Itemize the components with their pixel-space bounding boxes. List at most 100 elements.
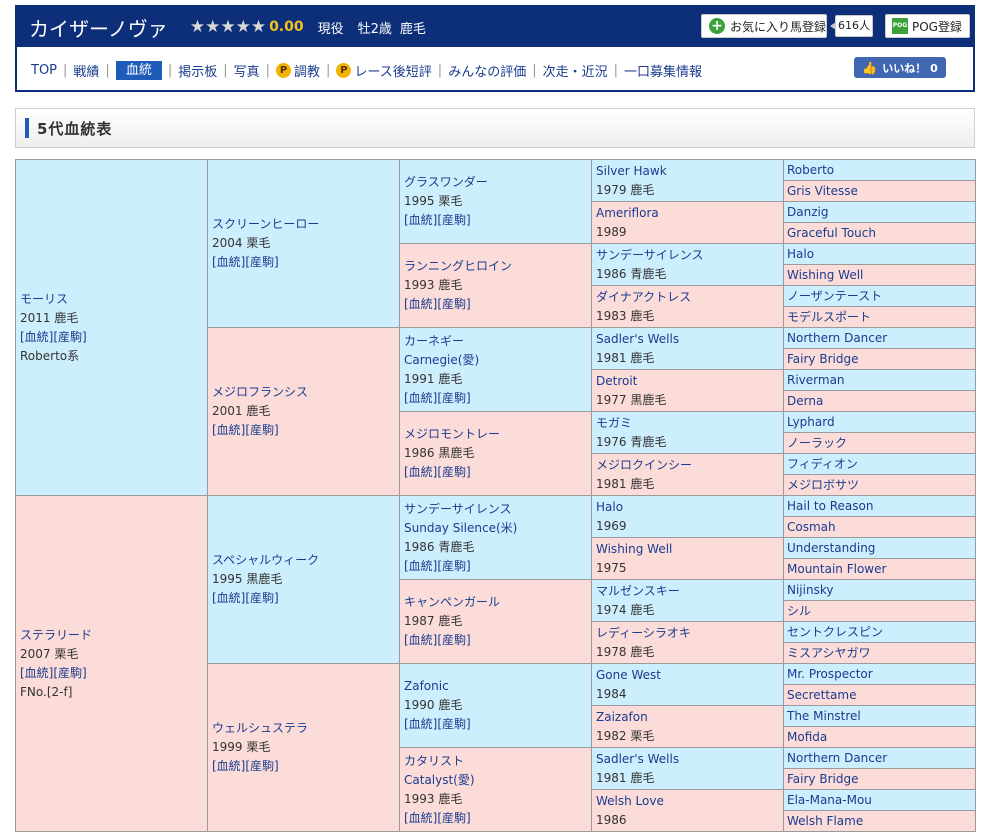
nav-item[interactable]: P 調教 — [276, 61, 320, 80]
ancestor-name[interactable]: Wishing Well — [596, 540, 779, 559]
ancestor-name[interactable]: Cosmah — [787, 520, 836, 534]
ancestor-name[interactable]: Zafonic — [404, 677, 587, 696]
ancestor-name[interactable]: Hail to Reason — [787, 499, 873, 513]
ancestor-name[interactable]: Derna — [787, 394, 823, 408]
foal-link[interactable]: [産駒] — [437, 213, 470, 227]
ancestor-name[interactable]: ノーザンテースト — [787, 289, 882, 303]
ancestor-name[interactable]: スクリーンヒーロー — [212, 215, 395, 234]
ancestor-name[interactable]: Lyphard — [787, 415, 835, 429]
ancestor-name[interactable]: Riverman — [787, 373, 845, 387]
nav-item[interactable]: 写真 — [234, 61, 260, 80]
ancestor-name[interactable]: Fairy Bridge — [787, 772, 858, 786]
ancestor-name[interactable]: フィディオン — [787, 457, 858, 471]
ancestor-name[interactable]: Welsh Love — [596, 792, 779, 811]
blood-link[interactable]: [血統] — [404, 391, 437, 405]
foal-link[interactable]: [産駒] — [437, 465, 470, 479]
ancestor-alt-name[interactable]: Carnegie(愛) — [404, 351, 587, 370]
ancestor-name[interactable]: Danzig — [787, 205, 828, 219]
ancestor-alt-name[interactable]: Catalyst(愛) — [404, 771, 587, 790]
ancestor-name[interactable]: Sadler's Wells — [596, 330, 779, 349]
ancestor-name[interactable]: Wishing Well — [787, 268, 863, 282]
ancestor-name[interactable]: メジロボサツ — [787, 478, 859, 492]
ancestor-name[interactable]: Mountain Flower — [787, 562, 886, 576]
ancestor-name[interactable]: サンデーサイレンス — [404, 500, 587, 519]
nav-item[interactable]: 血統 — [115, 61, 162, 80]
blood-link[interactable]: [血統] — [20, 666, 53, 680]
foal-link[interactable]: [産駒] — [437, 391, 470, 405]
foal-link[interactable]: [産駒] — [53, 666, 86, 680]
blood-link[interactable]: [血統] — [20, 330, 53, 344]
ancestor-name[interactable]: ステラリード — [20, 626, 203, 645]
blood-link[interactable]: [血統] — [404, 465, 437, 479]
nav-item[interactable]: みんなの評価 — [448, 61, 526, 80]
nav-item[interactable]: 一口募集情報 — [624, 61, 702, 80]
blood-link[interactable]: [血統] — [212, 255, 245, 269]
foal-link[interactable]: [産駒] — [437, 811, 470, 825]
ancestor-name[interactable]: モデルスポート — [787, 310, 871, 324]
foal-link[interactable]: [産駒] — [437, 559, 470, 573]
blood-link[interactable]: [血統] — [404, 559, 437, 573]
foal-link[interactable]: [産駒] — [245, 759, 278, 773]
ancestor-name[interactable]: ダイナアクトレス — [596, 288, 779, 307]
ancestor-name[interactable]: ノーラック — [787, 436, 847, 450]
nav-item[interactable]: 戦績 — [73, 61, 99, 80]
nav-item[interactable]: TOP — [31, 63, 57, 78]
nav-item[interactable]: 次走・近況 — [543, 61, 608, 80]
ancestor-name[interactable]: Northern Dancer — [787, 331, 887, 345]
ancestor-name[interactable]: カーネギー — [404, 332, 587, 351]
ancestor-name[interactable]: メジロモントレー — [404, 425, 587, 444]
ancestor-name[interactable]: Ela-Mana-Mou — [787, 793, 872, 807]
ancestor-name[interactable]: Silver Hawk — [596, 162, 779, 181]
foal-link[interactable]: [産駒] — [437, 633, 470, 647]
blood-link[interactable]: [血統] — [212, 759, 245, 773]
ancestor-name[interactable]: Gris Vitesse — [787, 184, 858, 198]
ancestor-name[interactable]: シル — [787, 604, 811, 618]
ancestor-name[interactable]: メジロクインシー — [596, 456, 779, 475]
ancestor-alt-name[interactable]: Sunday Silence(米) — [404, 519, 587, 538]
ancestor-name[interactable]: Mofida — [787, 730, 827, 744]
ancestor-name[interactable]: Halo — [596, 498, 779, 517]
ancestor-name[interactable]: モーリス — [20, 290, 203, 309]
blood-link[interactable]: [血統] — [404, 811, 437, 825]
ancestor-name[interactable]: Graceful Touch — [787, 226, 876, 240]
ancestor-name[interactable]: モガミ — [596, 414, 779, 433]
favorite-register-button[interactable]: + お気に入り馬登録 — [701, 14, 827, 38]
ancestor-name[interactable]: Zaizafon — [596, 708, 779, 727]
foal-link[interactable]: [産駒] — [437, 297, 470, 311]
foal-link[interactable]: [産駒] — [245, 255, 278, 269]
ancestor-name[interactable]: キャンペンガール — [404, 593, 587, 612]
ancestor-name[interactable]: Northern Dancer — [787, 751, 887, 765]
ancestor-name[interactable]: Welsh Flame — [787, 814, 863, 828]
ancestor-name[interactable]: カタリスト — [404, 752, 587, 771]
ancestor-name[interactable]: グラスワンダー — [404, 173, 587, 192]
pog-register-button[interactable]: POG POG登録 — [885, 14, 970, 38]
foal-link[interactable]: [産駒] — [53, 330, 86, 344]
ancestor-name[interactable]: The Minstrel — [787, 709, 861, 723]
ancestor-name[interactable]: Sadler's Wells — [596, 750, 779, 769]
ancestor-name[interactable]: セントクレスピン — [787, 625, 883, 639]
nav-item[interactable]: 掲示板 — [178, 61, 217, 80]
blood-link[interactable]: [血統] — [404, 717, 437, 731]
ancestor-name[interactable]: Ameriflora — [596, 204, 779, 223]
ancestor-name[interactable]: マルゼンスキー — [596, 582, 779, 601]
ancestor-name[interactable]: メジロフランシス — [212, 383, 395, 402]
nav-item[interactable]: P レース後短評 — [336, 61, 432, 80]
blood-link[interactable]: [血統] — [404, 633, 437, 647]
like-button[interactable]: 👍 いいね！ 0 — [854, 57, 946, 78]
blood-link[interactable]: [血統] — [404, 213, 437, 227]
ancestor-name[interactable]: Detroit — [596, 372, 779, 391]
blood-link[interactable]: [血統] — [212, 423, 245, 437]
foal-link[interactable]: [産駒] — [245, 423, 278, 437]
ancestor-name[interactable]: サンデーサイレンス — [596, 246, 779, 265]
ancestor-name[interactable]: ランニングヒロイン — [404, 257, 587, 276]
foal-link[interactable]: [産駒] — [245, 591, 278, 605]
ancestor-name[interactable]: ウェルシュステラ — [212, 719, 395, 738]
ancestor-name[interactable]: レディーシラオキ — [596, 624, 779, 643]
ancestor-name[interactable]: スペシャルウィーク — [212, 551, 395, 570]
ancestor-name[interactable]: Understanding — [787, 541, 875, 555]
ancestor-name[interactable]: Secrettame — [787, 688, 857, 702]
ancestor-name[interactable]: ミスアシヤガワ — [787, 646, 871, 660]
blood-link[interactable]: [血統] — [212, 591, 245, 605]
ancestor-name[interactable]: Gone West — [596, 666, 779, 685]
ancestor-name[interactable]: Nijinsky — [787, 583, 833, 597]
